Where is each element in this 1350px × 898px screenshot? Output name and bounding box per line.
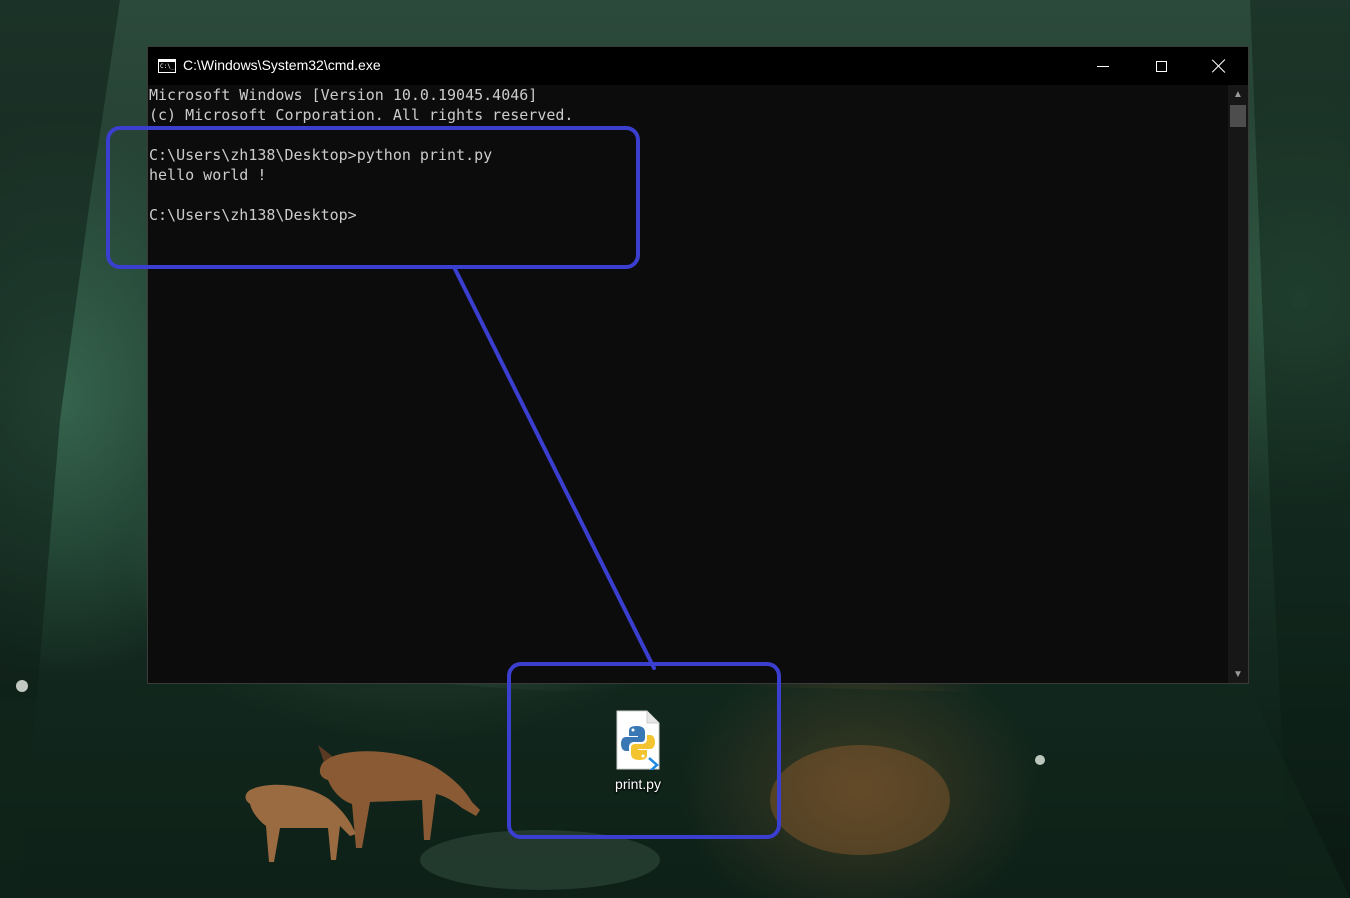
annotation-box-desktop-file [507, 662, 781, 839]
annotation-box-console-output [106, 126, 640, 269]
